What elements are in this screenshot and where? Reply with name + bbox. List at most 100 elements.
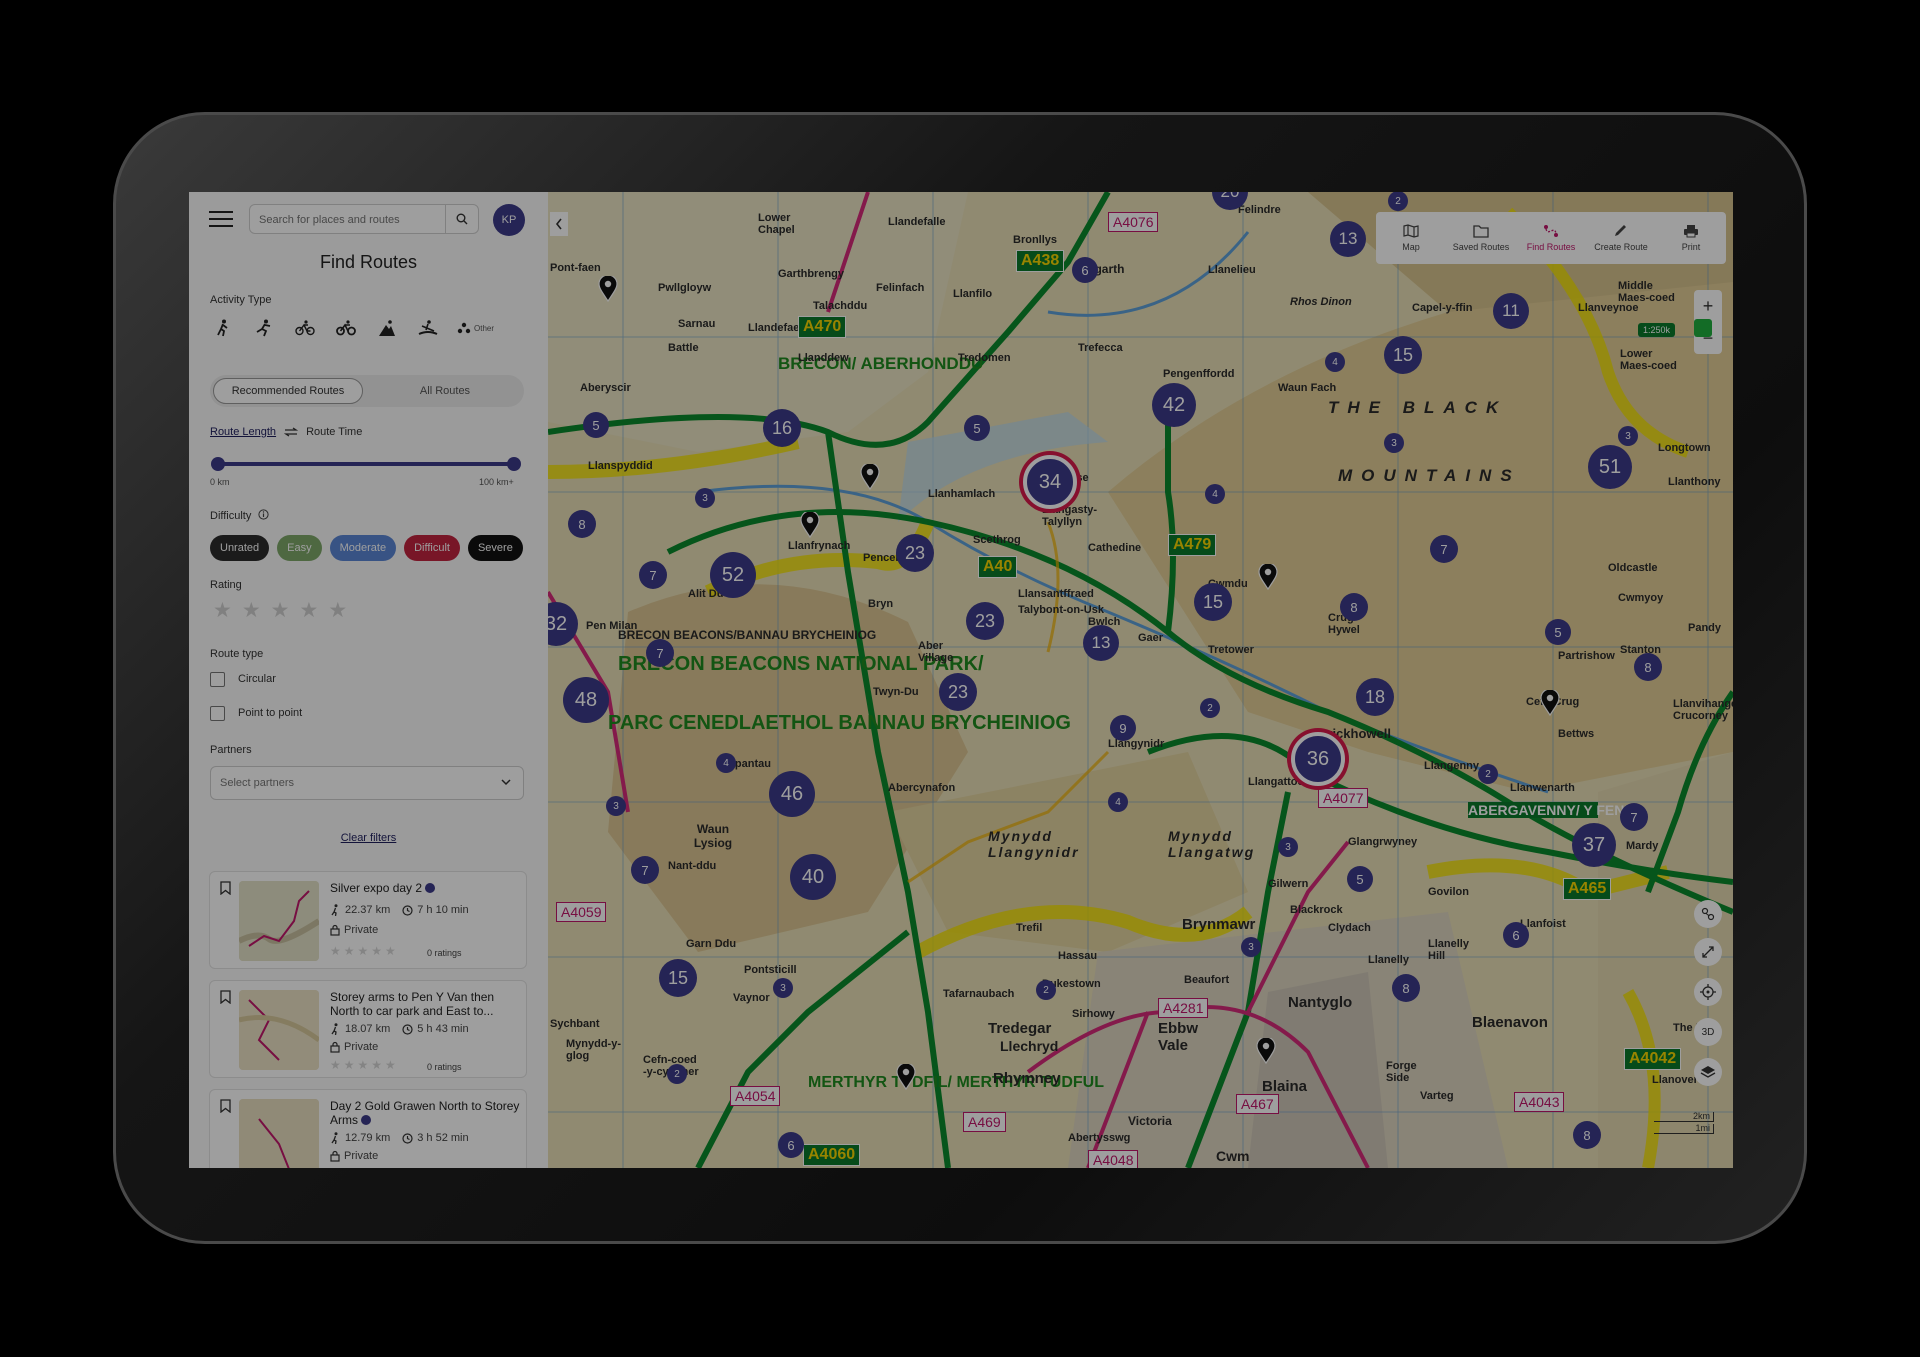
- route-card[interactable]: Silver expo day 2 22.37 km 7 h 10 min Pr…: [209, 871, 527, 969]
- toggle-3d-button[interactable]: 3D: [1694, 1018, 1722, 1046]
- route-cluster[interactable]: 2: [1388, 192, 1408, 211]
- collapse-sidebar-button[interactable]: [550, 212, 568, 236]
- route-cluster[interactable]: 3: [606, 796, 626, 816]
- map-pin-icon[interactable]: [800, 512, 820, 538]
- clear-filters-link[interactable]: Clear filters: [189, 832, 548, 844]
- route-cluster[interactable]: 13: [1083, 625, 1119, 661]
- route-cluster[interactable]: 8: [1340, 593, 1368, 621]
- route-cluster[interactable]: 8: [1392, 974, 1420, 1002]
- route-cluster[interactable]: 6: [778, 1132, 804, 1158]
- rating-star-3[interactable]: ★: [271, 598, 290, 623]
- activity-other[interactable]: Other: [457, 316, 494, 340]
- route-layer-button[interactable]: [1694, 900, 1722, 928]
- route-length-option[interactable]: Route Length: [210, 426, 276, 438]
- toolbar-create-route-button[interactable]: Create Route: [1586, 212, 1656, 264]
- route-cluster-selected[interactable]: 34: [1023, 455, 1077, 509]
- route-cluster[interactable]: 7: [639, 561, 667, 589]
- route-card[interactable]: Storey arms to Pen Y Van then North to c…: [209, 980, 527, 1078]
- rating-star-5[interactable]: ★: [328, 598, 347, 623]
- route-cluster[interactable]: 6: [1072, 257, 1098, 283]
- map-pin-icon[interactable]: [1256, 1038, 1276, 1064]
- route-cluster[interactable]: 3: [1384, 433, 1404, 453]
- route-cluster[interactable]: 7: [631, 856, 659, 884]
- locate-me-button[interactable]: [1694, 978, 1722, 1006]
- rating-star-4[interactable]: ★: [299, 598, 318, 623]
- route-cluster[interactable]: 8: [1573, 1121, 1601, 1149]
- tab-recommended-routes[interactable]: Recommended Routes: [213, 378, 363, 404]
- rating-star-2[interactable]: ★: [242, 598, 261, 623]
- route-cluster[interactable]: 23: [896, 534, 934, 572]
- route-cluster[interactable]: 4: [1205, 484, 1225, 504]
- route-cluster[interactable]: 3: [1278, 837, 1298, 857]
- search-icon[interactable]: [445, 205, 478, 233]
- route-cluster[interactable]: 2: [1036, 980, 1056, 1000]
- map-layers-button[interactable]: [1694, 1058, 1722, 1086]
- route-cluster[interactable]: 4: [1108, 792, 1128, 812]
- route-cluster[interactable]: 9: [1110, 715, 1136, 741]
- route-cluster[interactable]: 46: [769, 771, 815, 817]
- route-cluster[interactable]: 23: [966, 602, 1004, 640]
- route-cluster[interactable]: 23: [939, 673, 977, 711]
- tab-all-routes[interactable]: All Routes: [370, 378, 520, 404]
- route-length-slider[interactable]: [211, 457, 521, 471]
- route-cluster[interactable]: 6: [1503, 922, 1529, 948]
- route-cluster[interactable]: 8: [1634, 653, 1662, 681]
- difficulty-chip-severe[interactable]: Severe: [467, 535, 523, 561]
- layer-indicator[interactable]: [1694, 319, 1712, 337]
- route-cluster[interactable]: 40: [790, 854, 836, 900]
- route-cluster[interactable]: 5: [1545, 619, 1571, 645]
- climbing-icon[interactable]: [375, 316, 399, 340]
- swap-icon[interactable]: [284, 427, 299, 437]
- route-cluster[interactable]: 42: [1152, 383, 1196, 427]
- map-pin-icon[interactable]: [1540, 690, 1560, 716]
- route-cluster[interactable]: 11: [1493, 293, 1529, 329]
- paddling-icon[interactable]: [416, 316, 440, 340]
- route-cluster[interactable]: 15: [659, 959, 697, 997]
- route-cluster[interactable]: 37: [1572, 823, 1616, 867]
- bookmark-icon[interactable]: [220, 881, 231, 895]
- partners-select[interactable]: Select partners: [210, 766, 524, 800]
- route-cluster[interactable]: 13: [1330, 221, 1366, 257]
- point-to-point-checkbox[interactable]: [210, 706, 225, 721]
- route-cluster[interactable]: 3: [773, 978, 793, 998]
- route-cluster[interactable]: 16: [763, 409, 801, 447]
- running-icon[interactable]: [252, 316, 276, 340]
- route-cluster[interactable]: 51: [1588, 445, 1632, 489]
- bookmark-icon[interactable]: [220, 1099, 231, 1113]
- walking-icon[interactable]: [211, 316, 235, 340]
- difficulty-chip-easy[interactable]: Easy: [277, 535, 322, 561]
- route-cluster[interactable]: 2: [1478, 764, 1498, 784]
- map-pin-icon[interactable]: [1258, 564, 1278, 590]
- route-cluster[interactable]: 4: [716, 753, 736, 773]
- circular-checkbox[interactable]: [210, 672, 225, 687]
- user-avatar[interactable]: KP: [493, 204, 525, 236]
- bookmark-icon[interactable]: [220, 990, 231, 1004]
- route-cluster[interactable]: 2: [1200, 698, 1220, 718]
- route-cluster[interactable]: 5: [1347, 866, 1373, 892]
- difficulty-chip-difficult[interactable]: Difficult: [404, 535, 460, 561]
- map-pin-icon[interactable]: [598, 276, 618, 302]
- route-cluster-selected[interactable]: 36: [1291, 732, 1345, 786]
- rating-star-1[interactable]: ★: [213, 598, 232, 623]
- fullscreen-button[interactable]: [1694, 938, 1722, 966]
- search-input[interactable]: [250, 205, 451, 235]
- toolbar-print-button[interactable]: Print: [1656, 212, 1726, 264]
- route-cluster[interactable]: 15: [1384, 336, 1422, 374]
- toolbar-map-button[interactable]: Map: [1376, 212, 1446, 264]
- route-cluster[interactable]: 2: [667, 1064, 687, 1084]
- route-cluster[interactable]: 5: [964, 415, 990, 441]
- route-cluster[interactable]: 7: [1620, 803, 1648, 831]
- route-card[interactable]: Day 2 Gold Grawen North to Storey Arms 1…: [209, 1089, 527, 1168]
- info-icon[interactable]: [258, 509, 270, 520]
- route-cluster[interactable]: 18: [1356, 678, 1394, 716]
- slider-min-handle[interactable]: [211, 457, 225, 471]
- mountain-bike-icon[interactable]: [334, 316, 358, 340]
- menu-icon[interactable]: [209, 211, 233, 229]
- zoom-in-button[interactable]: +: [1703, 296, 1714, 317]
- map-canvas[interactable]: BRECON/ ABERHONDDU BRECON BEACONS NATION…: [548, 192, 1733, 1168]
- difficulty-chip-unrated[interactable]: Unrated: [210, 535, 270, 561]
- toolbar-saved-routes-button[interactable]: Saved Routes: [1446, 212, 1516, 264]
- route-cluster[interactable]: 5: [583, 412, 609, 438]
- route-time-option[interactable]: Route Time: [306, 426, 362, 438]
- cycling-icon[interactable]: [293, 316, 317, 340]
